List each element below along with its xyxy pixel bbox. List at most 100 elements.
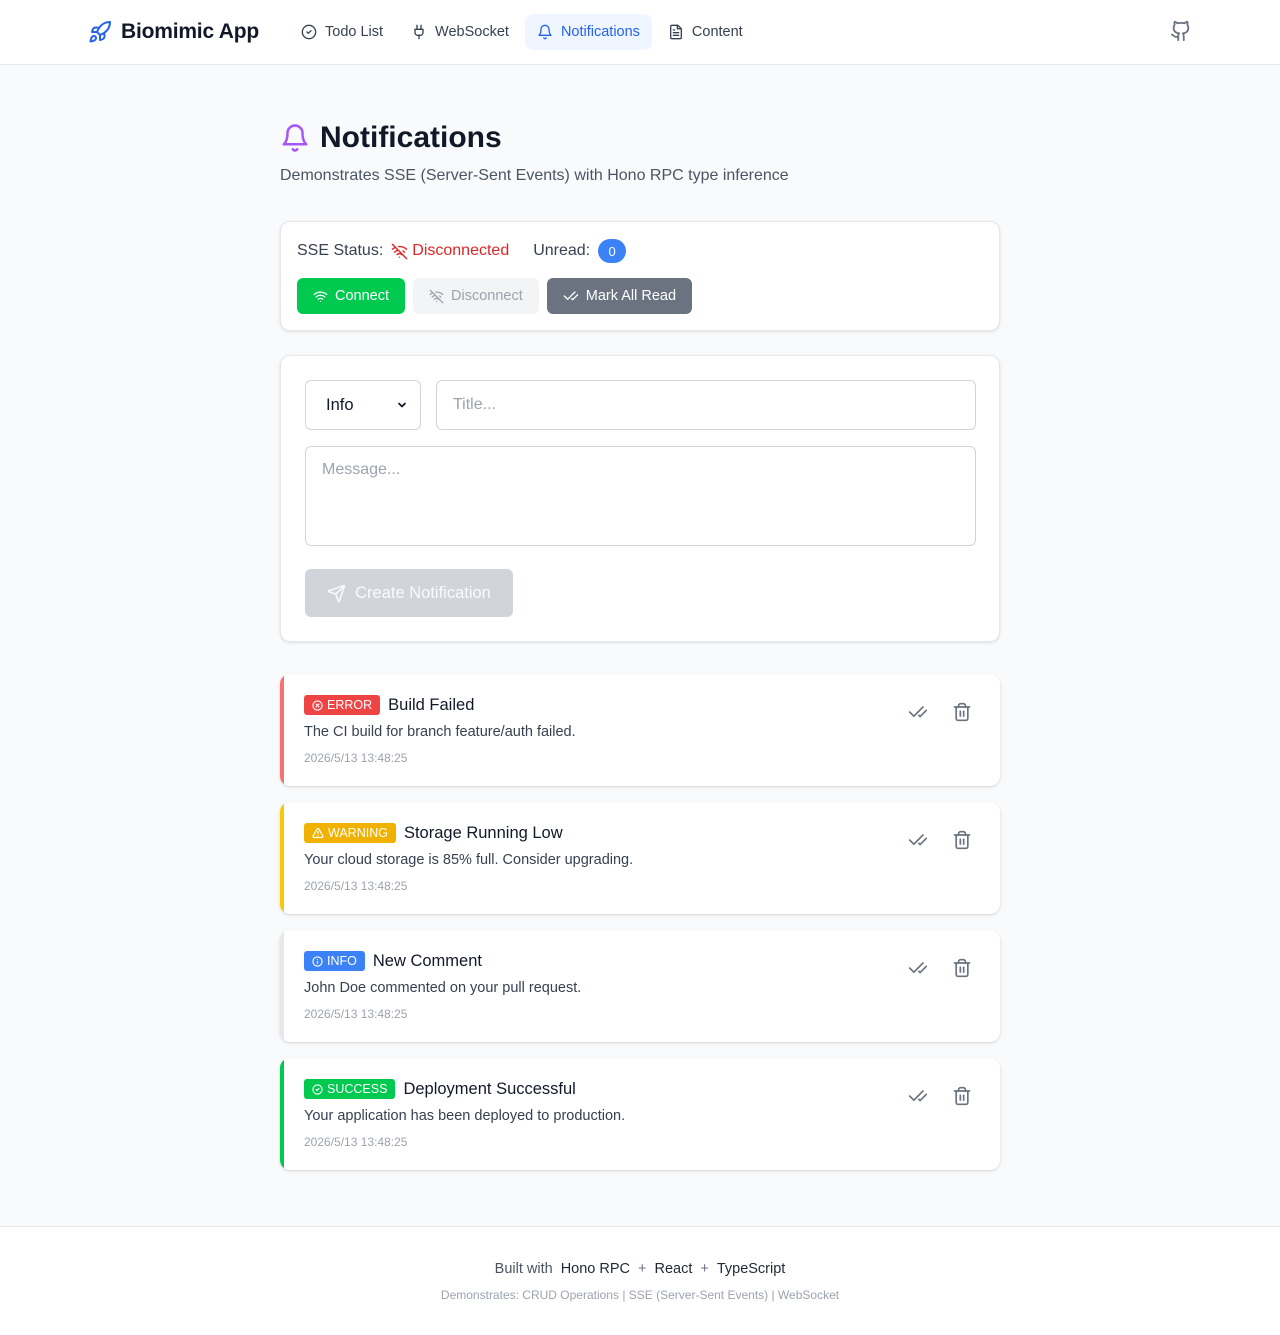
tech-typescript: TypeScript (716, 1261, 786, 1277)
check-check-icon (563, 288, 579, 304)
type-badge-error: ERROR (304, 695, 381, 715)
plus-sign: + (638, 1261, 647, 1277)
notification-message: Your application has been deployed to pr… (304, 1108, 626, 1124)
check-check-icon (908, 830, 928, 850)
mark-read-button[interactable] (906, 700, 930, 724)
nav-label: Content (691, 24, 743, 40)
accent-bar (280, 674, 284, 786)
accent-bar (280, 1058, 284, 1170)
unread-label: Unread: (533, 242, 591, 259)
alert-triangle-icon (312, 827, 324, 839)
send-icon (327, 584, 346, 603)
info-icon (312, 955, 323, 967)
accent-bar (280, 802, 284, 914)
wifi-off-icon (429, 289, 444, 304)
delete-button[interactable] (950, 956, 974, 980)
app-header: Biomimic App Todo List WebSocket Notific… (0, 0, 1280, 65)
delete-button[interactable] (950, 828, 974, 852)
check-check-icon (908, 702, 928, 722)
nav-content[interactable]: Content (656, 14, 755, 50)
notification-title: Deployment Successful (403, 1079, 576, 1098)
chevron-down-icon (396, 399, 408, 411)
plus-sign: + (700, 1261, 709, 1277)
mark-all-read-button[interactable]: Mark All Read (546, 278, 693, 314)
github-link[interactable] (1170, 20, 1192, 44)
app-footer: Built with Hono RPC + React + TypeScript… (0, 1226, 1280, 1335)
notification-item: SUCCESS Deployment Successful Your appli… (280, 1058, 1000, 1170)
brand-name: Biomimic App (121, 20, 259, 43)
demonstrates-line: Demonstrates: CRUD Operations | SSE (Ser… (440, 1288, 840, 1302)
nav-label: WebSocket (435, 24, 509, 40)
page-subtitle: Demonstrates SSE (Server-Sent Events) wi… (280, 167, 789, 184)
nav-todo-list[interactable]: Todo List (289, 14, 395, 50)
type-badge-warning: WARNING (304, 823, 396, 843)
sse-status-card: SSE Status: Disconnected Unread: 0 Conne… (280, 221, 1000, 331)
notification-title: New Comment (372, 951, 482, 970)
create-notification-button[interactable]: Create Notification (305, 569, 513, 617)
unread-count-badge: 0 (598, 239, 627, 263)
trash-icon (952, 958, 972, 978)
delete-button[interactable] (950, 700, 974, 724)
create-label: Create Notification (355, 583, 491, 602)
check-check-icon (908, 1086, 928, 1106)
circle-check-icon (312, 1083, 323, 1095)
disconnect-button[interactable]: Disconnect (413, 278, 539, 314)
sse-controls: Connect Disconnect Mark All Read (297, 278, 693, 314)
trash-icon (952, 702, 972, 722)
message-input[interactable] (305, 446, 976, 546)
notification-title: Storage Running Low (403, 823, 563, 842)
notification-title: Build Failed (388, 695, 475, 714)
delete-button[interactable] (950, 1084, 974, 1108)
notification-message: Your cloud storage is 85% full. Consider… (304, 852, 634, 868)
notification-type-select[interactable]: Info (305, 380, 421, 430)
sse-status-label: SSE Status: (297, 242, 384, 259)
built-with-label: Built with (494, 1261, 553, 1277)
wifi-icon (313, 289, 328, 304)
notification-time: 2026/5/13 13:48:25 (304, 879, 408, 893)
mark-read-button[interactable] (906, 828, 930, 852)
sse-status-value: Disconnected (391, 242, 509, 260)
brand[interactable]: Biomimic App (88, 18, 259, 46)
sse-status-text: Disconnected (412, 242, 510, 259)
type-badge-label: WARNING (328, 826, 388, 840)
trash-icon (952, 830, 972, 850)
status-row: SSE Status: Disconnected Unread: 0 (297, 239, 627, 263)
notification-item: ERROR Build Failed The CI build for bran… (280, 674, 1000, 786)
mark-all-label: Mark All Read (585, 288, 677, 304)
check-check-icon (908, 958, 928, 978)
nav-label: Todo List (325, 24, 384, 40)
bell-icon (537, 24, 553, 40)
nav-label: Notifications (560, 24, 640, 40)
type-badge-label: ERROR (327, 698, 373, 712)
type-badge-info: INFO (304, 951, 365, 971)
nav-websocket[interactable]: WebSocket (399, 14, 521, 50)
bell-icon (280, 123, 310, 153)
notification-item: WARNING Storage Running Low Your cloud s… (280, 802, 1000, 914)
notification-time: 2026/5/13 13:48:25 (304, 1007, 408, 1021)
file-text-icon (668, 24, 684, 40)
type-select-value: Info (326, 395, 354, 414)
tech-hono-rpc: Hono RPC (560, 1261, 630, 1277)
type-badge-label: INFO (327, 954, 357, 968)
wifi-off-icon (391, 243, 408, 260)
type-badge-success: SUCCESS (304, 1079, 396, 1099)
nav-notifications[interactable]: Notifications (524, 14, 652, 50)
connect-label: Connect (335, 288, 390, 304)
notification-message: The CI build for branch feature/auth fai… (304, 724, 576, 740)
create-notification-card: Info Create Notification (280, 355, 1000, 642)
notification-item: INFO New Comment John Doe commented on y… (280, 930, 1000, 1042)
built-with-line: Built with Hono RPC + React + TypeScript (0, 1261, 1280, 1277)
mark-read-button[interactable] (906, 956, 930, 980)
page-title: Notifications (320, 121, 502, 154)
notification-message: John Doe commented on your pull request. (304, 980, 582, 996)
github-icon (1170, 20, 1192, 42)
rocket-icon (88, 20, 112, 44)
main-nav: Todo List WebSocket Notifications Conten… (289, 14, 755, 50)
mark-read-button[interactable] (906, 1084, 930, 1108)
tech-react: React (654, 1261, 693, 1277)
accent-bar (280, 930, 284, 1042)
trash-icon (952, 1086, 972, 1106)
title-input[interactable] (436, 380, 976, 430)
plug-icon (411, 24, 427, 40)
connect-button[interactable]: Connect (297, 278, 406, 314)
